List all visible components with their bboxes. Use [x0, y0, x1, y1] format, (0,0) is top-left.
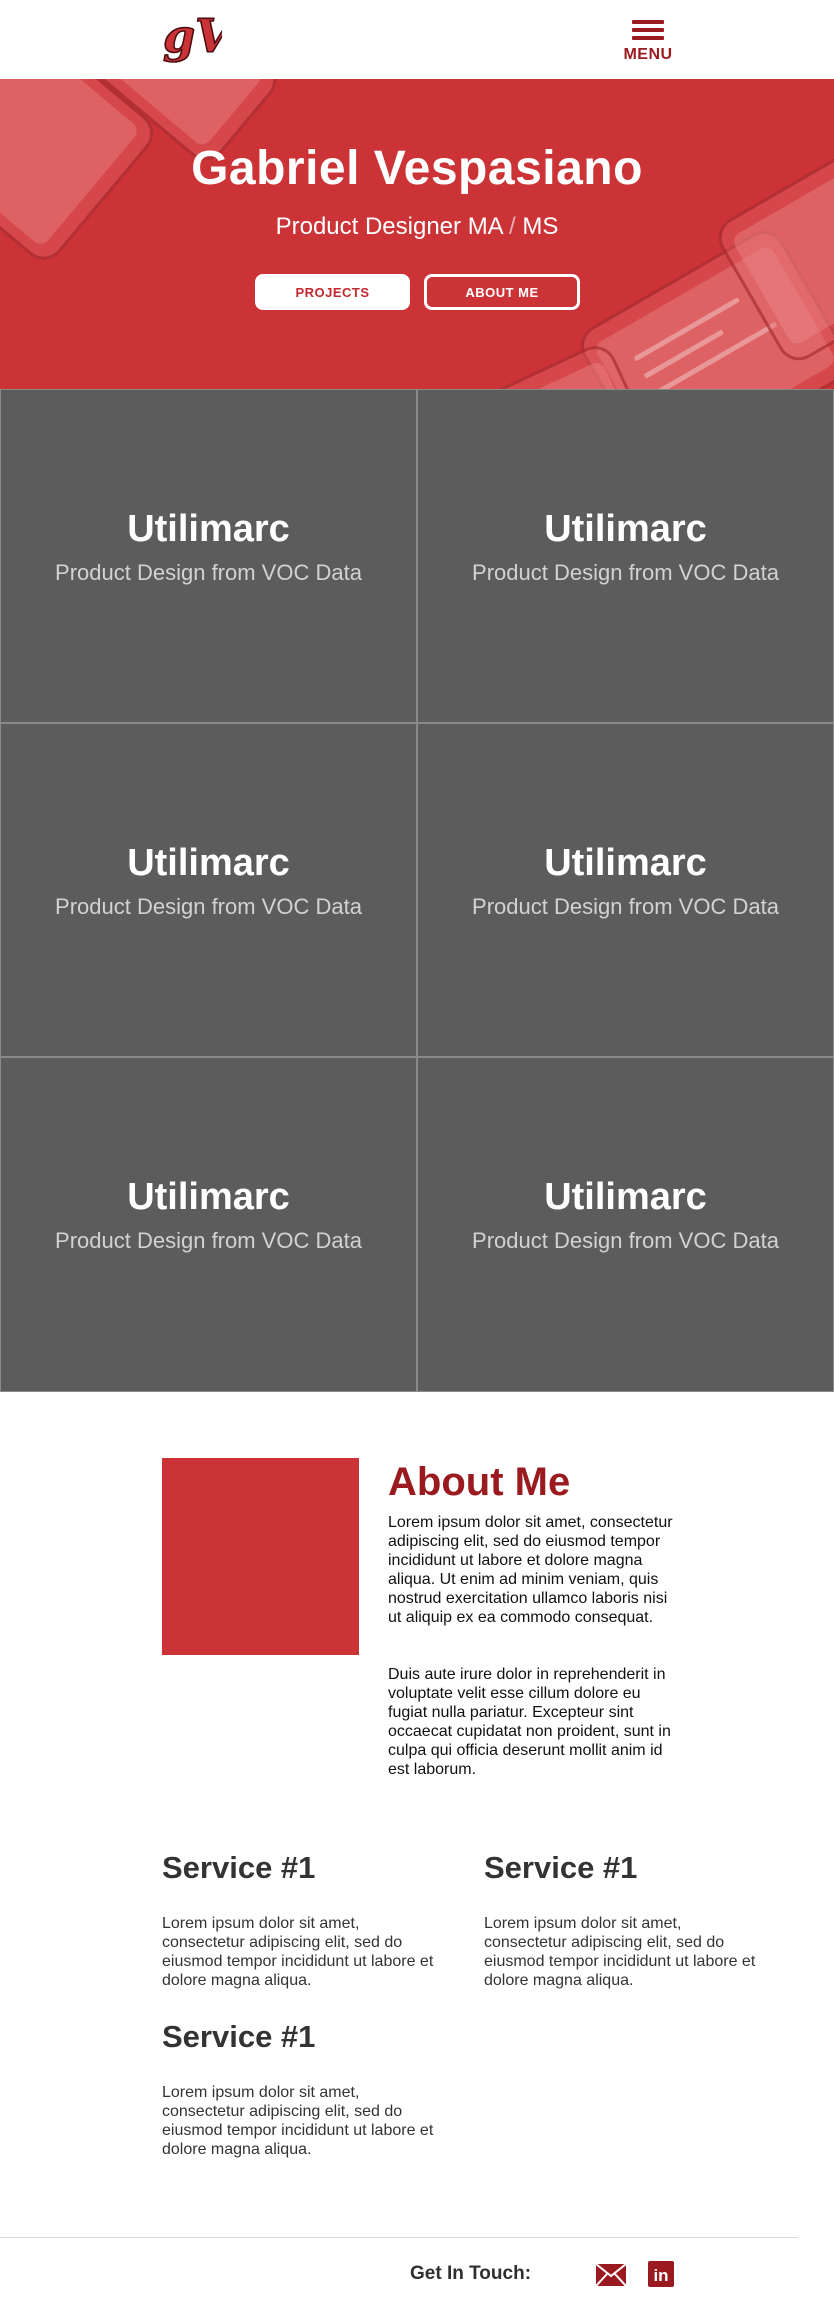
project-card[interactable]: Utilimarc Product Design from VOC Data: [417, 1057, 834, 1392]
menu-label: MENU: [623, 46, 673, 63]
hero-subtitle-location: MS: [522, 213, 559, 240]
projects-button[interactable]: PROJECTS: [255, 274, 410, 310]
project-subtitle: Product Design from VOC Data: [55, 560, 362, 585]
project-title: Utilimarc: [127, 1176, 290, 1218]
service-title: Service #1: [162, 1850, 316, 1885]
about-me-button[interactable]: ABOUT ME: [424, 274, 580, 310]
projects-grid: Utilimarc Product Design from VOC Data U…: [0, 389, 834, 1392]
project-subtitle: Product Design from VOC Data: [55, 1228, 362, 1253]
logo-text: gV: [163, 12, 222, 63]
project-title: Utilimarc: [544, 1176, 707, 1218]
hero-subtitle-role: Product Designer MA: [275, 213, 503, 240]
about-paragraph: Duis aute irure dolor in reprehenderit i…: [388, 1666, 671, 1778]
project-subtitle: Product Design from VOC Data: [472, 560, 779, 585]
footer-divider: [0, 2237, 798, 2238]
hero-subtitle-separator: /: [509, 213, 516, 240]
service-text: Lorem ipsum dolor sit amet, consectetur …: [162, 2084, 434, 2158]
service-title: Service #1: [484, 1850, 638, 1885]
project-title: Utilimarc: [127, 842, 290, 884]
linkedin-icon[interactable]: in: [648, 2261, 674, 2287]
project-card[interactable]: Utilimarc Product Design from VOC Data: [0, 723, 417, 1057]
about-title: About Me: [388, 1460, 571, 1504]
service-text: Lorem ipsum dolor sit amet, consectetur …: [484, 1915, 756, 1989]
project-card[interactable]: Utilimarc Product Design from VOC Data: [417, 723, 834, 1057]
project-card[interactable]: Utilimarc Product Design from VOC Data: [0, 389, 417, 723]
hero-subtitle: Product Designer MA / MS: [0, 213, 834, 241]
project-card[interactable]: Utilimarc Product Design from VOC Data: [417, 389, 834, 723]
site-header: gV MENU: [0, 0, 834, 79]
about-photo: [162, 1458, 359, 1655]
project-title: Utilimarc: [127, 508, 290, 550]
mail-icon[interactable]: [596, 2264, 626, 2286]
about-paragraph: Lorem ipsum dolor sit amet, consectetur …: [388, 1514, 673, 1626]
project-card[interactable]: Utilimarc Product Design from VOC Data: [0, 1057, 417, 1392]
linkedin-glyph: in: [653, 2266, 668, 2285]
gv-logo[interactable]: gV: [162, 12, 222, 64]
project-subtitle: Product Design from VOC Data: [55, 894, 362, 919]
project-subtitle: Product Design from VOC Data: [472, 894, 779, 919]
menu-icon: [632, 20, 664, 40]
project-subtitle: Product Design from VOC Data: [472, 1228, 779, 1253]
project-title: Utilimarc: [544, 842, 707, 884]
project-title: Utilimarc: [544, 508, 707, 550]
service-title: Service #1: [162, 2019, 316, 2054]
menu-button[interactable]: MENU: [616, 17, 680, 67]
hero-banner: Gabriel Vespasiano Product Designer MA /…: [0, 79, 834, 389]
get-in-touch-label: Get In Touch:: [410, 2263, 532, 2284]
service-text: Lorem ipsum dolor sit amet, consectetur …: [162, 1915, 434, 1989]
hero-name: Gabriel Vespasiano: [191, 142, 643, 195]
